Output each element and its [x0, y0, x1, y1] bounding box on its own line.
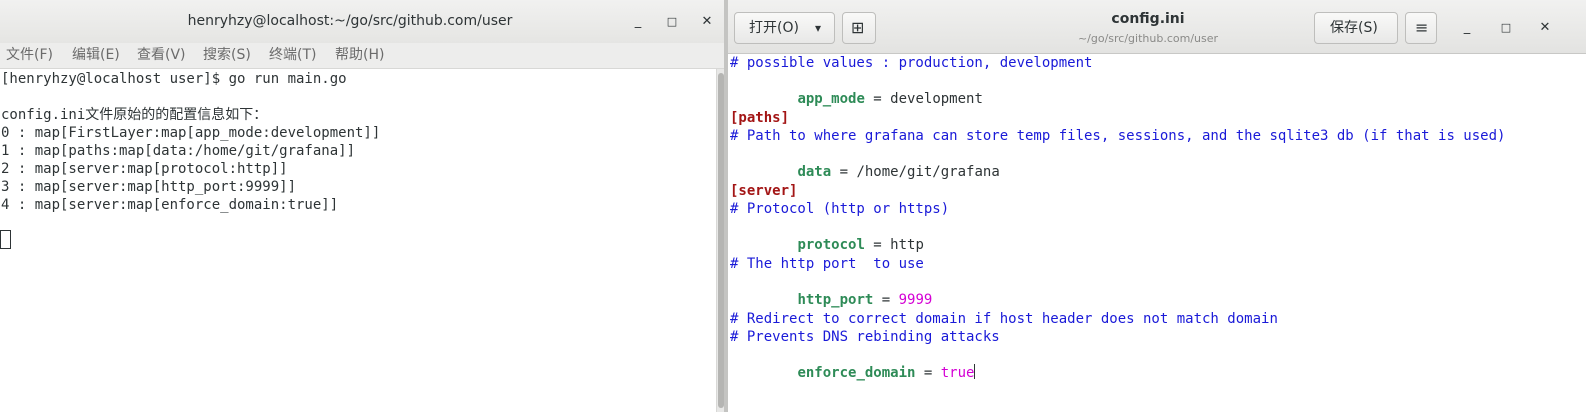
ini-key: http_port	[797, 292, 874, 308]
document-path: ~/go/src/github.com/user	[1077, 32, 1219, 45]
terminal-titlebar[interactable]: henryhzy@localhost:~/go/src/github.com/u…	[0, 0, 726, 44]
open-button[interactable]: 打开(O) ▾	[734, 12, 835, 44]
code-comment-line: # Path to where grafana can store temp f…	[730, 128, 1506, 144]
terminal-window: henryhzy@localhost:~/go/src/github.com/u…	[0, 0, 726, 412]
code-section-header: [server]	[730, 183, 798, 199]
menu-view[interactable]: 查看(V)	[137, 43, 186, 68]
ini-number-value: 9999	[898, 292, 933, 308]
menu-file[interactable]: 文件(F)	[6, 43, 53, 68]
terminal-output[interactable]: [henryhzy@localhost user]$ go run main.g…	[0, 69, 716, 412]
ini-value: /home/git/grafana	[856, 164, 1000, 180]
ini-equals: =	[831, 164, 857, 180]
terminal-line-4: 4 : map[server:map[enforce_domain:true]]	[1, 197, 339, 213]
terminal-cursor	[0, 230, 11, 249]
menu-search[interactable]: 搜索(S)	[203, 43, 251, 68]
new-tab-button[interactable]: ⊞	[842, 12, 876, 44]
editor-text-area[interactable]: # possible values : production, developm…	[728, 54, 1586, 412]
terminal-line-2: 2 : map[server:map[protocol:http]]	[1, 161, 288, 177]
new-tab-icon: ⊞	[851, 18, 865, 37]
code-assignment-line: data = /home/git/grafana	[730, 145, 999, 180]
ini-key: protocol	[797, 237, 865, 253]
code-assignment-line: enforce_domain = true	[730, 346, 976, 381]
ini-equals: =	[864, 91, 891, 107]
ini-equals: =	[864, 237, 891, 253]
code-assignment-line: http_port = 9999	[730, 273, 932, 308]
editor-window: 打开(O) ▾ ⊞ config.ini ~/go/src/github.com…	[728, 0, 1586, 412]
terminal-title: henryhzy@localhost:~/go/src/github.com/u…	[187, 13, 513, 29]
save-button-label: 保存(S)	[1330, 20, 1378, 36]
code-comment-line: # The http port to use	[730, 256, 924, 272]
ini-key: data	[797, 164, 832, 180]
desktop: henryhzy@localhost:~/go/src/github.com/u…	[0, 0, 1586, 412]
menu-terminal[interactable]: 终端(T)	[269, 43, 316, 68]
terminal-line-prompt: [henryhzy@localhost user]$ go run main.g…	[1, 71, 347, 87]
code-comment-line: # possible values : production, developm…	[730, 55, 1093, 71]
terminal-maximize-button[interactable]: □	[660, 10, 684, 34]
code-comment-line: # Prevents DNS rebinding attacks	[730, 329, 1000, 345]
code-assignment-line: protocol = http	[730, 218, 923, 253]
code-comment-line: # Redirect to correct domain if host hea…	[730, 311, 1278, 327]
code-comment-line: # Protocol (http or https)	[730, 201, 950, 217]
terminal-menubar: 文件(F) 编辑(E) 查看(V) 搜索(S) 终端(T) 帮助(H)	[0, 43, 726, 69]
menu-help[interactable]: 帮助(H)	[335, 43, 384, 68]
ini-boolean-value: true	[940, 365, 975, 381]
terminal-line-1: 1 : map[paths:map[data:/home/git/grafana…	[1, 143, 356, 159]
hamburger-menu-button[interactable]: ≡	[1405, 12, 1437, 44]
chevron-down-icon: ▾	[815, 21, 822, 35]
ini-value: development	[890, 91, 983, 107]
ini-value: http	[890, 237, 924, 253]
ini-equals: =	[873, 292, 899, 308]
hamburger-icon: ≡	[1415, 18, 1429, 37]
editor-close-button[interactable]: ✕	[1533, 16, 1557, 40]
terminal-line-0: 0 : map[FirstLayer:map[app_mode:developm…	[1, 125, 381, 141]
open-button-label: 打开(O)	[749, 20, 799, 36]
editor-maximize-button[interactable]: □	[1494, 16, 1518, 40]
editor-minimize-button[interactable]: _	[1455, 16, 1479, 40]
terminal-line-header: config.ini文件原始的的配置信息如下：	[1, 107, 268, 123]
terminal-close-button[interactable]: ✕	[695, 10, 719, 34]
document-title: config.ini	[1111, 11, 1185, 27]
ini-key: app_mode	[797, 91, 865, 107]
menu-edit[interactable]: 编辑(E)	[72, 43, 120, 68]
editor-headerbar[interactable]: 打开(O) ▾ ⊞ config.ini ~/go/src/github.com…	[728, 0, 1586, 54]
text-caret	[974, 364, 976, 379]
code-assignment-line: app_mode = development	[730, 72, 982, 107]
save-button[interactable]: 保存(S)	[1314, 12, 1398, 44]
terminal-line-3: 3 : map[server:map[http_port:9999]]	[1, 179, 297, 195]
ini-equals: =	[915, 365, 941, 381]
ini-key: enforce_domain	[797, 365, 916, 381]
code-section-header: [paths]	[730, 110, 790, 126]
terminal-minimize-button[interactable]: _	[626, 10, 650, 34]
